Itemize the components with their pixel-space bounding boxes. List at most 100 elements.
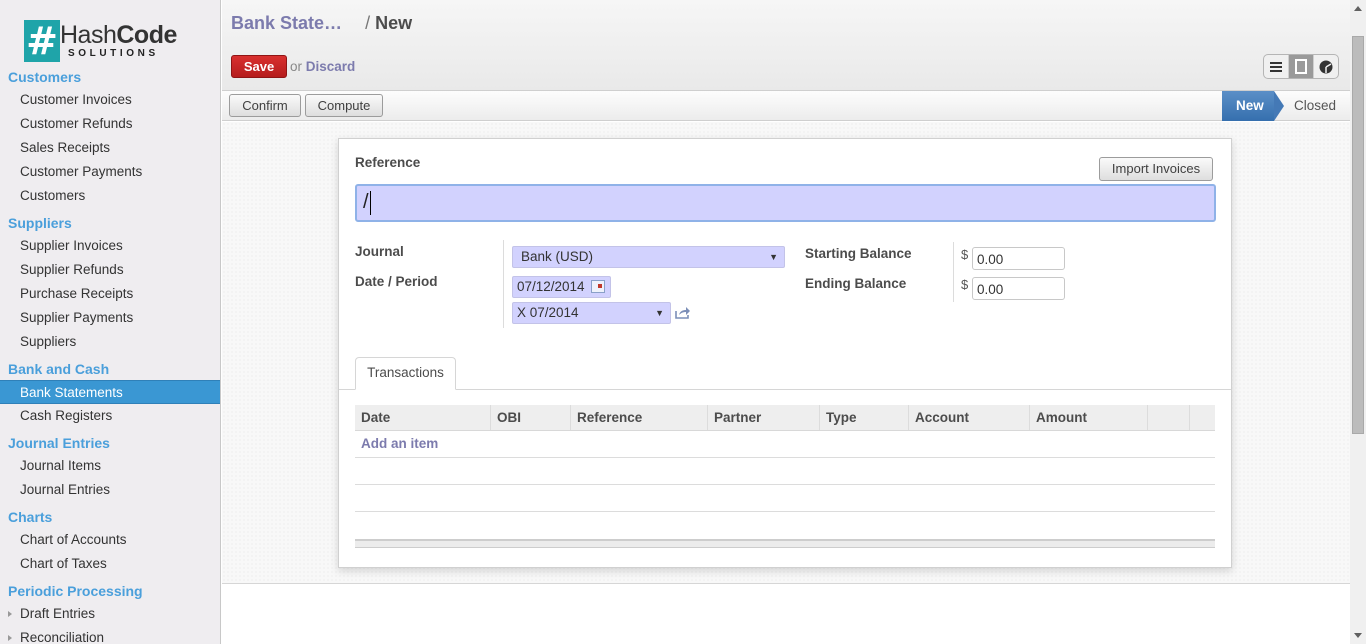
divider [503, 240, 504, 328]
ending-balance-input[interactable]: 0.00 [972, 277, 1065, 300]
sidebar-item-customer-invoices[interactable]: Customer Invoices [0, 88, 220, 112]
grid-footer [355, 539, 1215, 548]
journal-value: Bank (USD) [521, 249, 594, 264]
logo-word-bold: Code [116, 21, 177, 49]
column-account[interactable]: Account [909, 405, 1030, 430]
breadcrumb-current: New [375, 13, 413, 33]
date-input[interactable]: 07/12/2014 [512, 276, 611, 298]
sidebar-section-charts: Charts [8, 509, 53, 525]
sidebar-item-chart-of-taxes[interactable]: Chart of Taxes [0, 552, 220, 576]
sidebar-item-supplier-refunds[interactable]: Supplier Refunds [0, 258, 220, 282]
starting-balance-input[interactable]: 0.00 [972, 247, 1065, 270]
column-date[interactable]: Date [355, 405, 491, 430]
sidebar-section-journal-entries: Journal Entries [8, 435, 110, 451]
confirm-button[interactable]: Confirm [229, 94, 301, 117]
list-view-icon[interactable] [1264, 55, 1289, 78]
period-select[interactable]: X 07/2014 ▼ [512, 302, 671, 324]
tab-transactions[interactable]: Transactions [355, 357, 456, 390]
reference-input[interactable]: / [355, 184, 1216, 222]
divider [953, 242, 954, 302]
reference-value: / [363, 191, 369, 213]
sidebar-section-suppliers: Suppliers [8, 215, 72, 231]
grid-header: Date OBI Reference Partner Type Account … [355, 405, 1215, 431]
dropdown-arrow-icon: ▼ [655, 308, 664, 318]
column-extra [1148, 405, 1190, 430]
column-delete [1190, 405, 1215, 430]
table-row [355, 485, 1215, 512]
main-content: Bank State… / New Save or Discard Confir… [222, 0, 1350, 644]
breadcrumb: Bank State… / New [231, 13, 412, 34]
currency-symbol: $ [961, 247, 969, 262]
logo-word-light: Hash [60, 21, 117, 49]
transactions-grid: Date OBI Reference Partner Type Account … [355, 405, 1215, 548]
sidebar: # HashCode SOLUTIONS Customers Customer … [0, 0, 221, 644]
breadcrumb-parent-link[interactable]: Bank State… [231, 13, 342, 33]
starting-balance-label: Starting Balance [805, 246, 912, 261]
stage-new[interactable]: New [1222, 91, 1284, 121]
sidebar-section-customers: Customers [8, 69, 82, 85]
discard-link[interactable]: Discard [306, 59, 356, 74]
sidebar-item-label: Draft Entries [20, 606, 96, 621]
sidebar-item-cash-registers[interactable]: Cash Registers [0, 404, 220, 428]
form-sheet: Reference Import Invoices / Journal Date… [338, 138, 1232, 568]
scrollbar-thumb[interactable] [1352, 36, 1364, 434]
sidebar-item-label: Reconciliation [20, 630, 105, 644]
stage-pipeline: New Closed [1222, 91, 1350, 121]
column-reference[interactable]: Reference [571, 405, 708, 430]
scroll-up-arrow-icon[interactable] [1354, 6, 1362, 11]
column-obi[interactable]: OBI [491, 405, 571, 430]
add-item-link[interactable]: Add an item [361, 436, 438, 451]
table-row: Add an item [355, 431, 1215, 458]
column-amount[interactable]: Amount [1030, 405, 1148, 430]
form-background: Reference Import Invoices / Journal Date… [222, 122, 1350, 584]
currency-symbol: $ [961, 277, 969, 292]
company-logo[interactable]: # HashCode SOLUTIONS [24, 20, 177, 64]
external-link-icon[interactable] [675, 306, 691, 322]
journal-label: Journal [355, 244, 404, 259]
sidebar-item-supplier-invoices[interactable]: Supplier Invoices [0, 234, 220, 258]
sidebar-item-purchase-receipts[interactable]: Purchase Receipts [0, 282, 220, 306]
sidebar-menu: Customers Customer Invoices Customer Ref… [0, 67, 220, 644]
stage-closed[interactable]: Closed [1274, 91, 1350, 121]
calendar-icon[interactable] [591, 280, 605, 293]
sidebar-item-journal-items[interactable]: Journal Items [0, 454, 220, 478]
sidebar-item-chart-of-accounts[interactable]: Chart of Accounts [0, 528, 220, 552]
text-caret [369, 190, 371, 215]
scroll-down-arrow-icon[interactable] [1354, 633, 1362, 638]
date-value: 07/12/2014 [517, 279, 585, 294]
sidebar-section-periodic-processing: Periodic Processing [8, 583, 143, 599]
reference-label: Reference [355, 155, 421, 170]
sidebar-item-sales-receipts[interactable]: Sales Receipts [0, 136, 220, 160]
sidebar-section-bank-and-cash: Bank and Cash [8, 361, 110, 377]
status-bar: Confirm Compute New Closed [222, 91, 1350, 121]
sidebar-item-draft-entries[interactable]: Draft Entries [0, 602, 220, 626]
view-switcher [1263, 54, 1339, 79]
sidebar-item-customer-refunds[interactable]: Customer Refunds [0, 112, 220, 136]
sidebar-item-customers[interactable]: Customers [0, 184, 220, 208]
save-button[interactable]: Save [231, 55, 287, 78]
column-type[interactable]: Type [820, 405, 909, 430]
sidebar-item-bank-statements[interactable]: Bank Statements [0, 380, 220, 404]
expand-triangle-icon[interactable] [8, 611, 12, 617]
column-partner[interactable]: Partner [708, 405, 820, 430]
sidebar-item-suppliers[interactable]: Suppliers [0, 330, 220, 354]
period-value: X 07/2014 [517, 305, 579, 320]
vertical-scrollbar[interactable] [1350, 0, 1366, 644]
breadcrumb-separator: / [365, 13, 371, 33]
control-panel: Bank State… / New Save or Discard [222, 0, 1350, 91]
sidebar-item-supplier-payments[interactable]: Supplier Payments [0, 306, 220, 330]
import-invoices-button[interactable]: Import Invoices [1099, 157, 1213, 181]
expand-triangle-icon[interactable] [8, 635, 12, 641]
sidebar-item-journal-entries[interactable]: Journal Entries [0, 478, 220, 502]
hash-logo-icon: # [24, 20, 60, 62]
dropdown-arrow-icon: ▼ [769, 252, 778, 262]
table-row [355, 458, 1215, 485]
journal-select[interactable]: Bank (USD) ▼ [512, 246, 785, 268]
compute-button[interactable]: Compute [305, 94, 383, 117]
date-period-label: Date / Period [355, 274, 438, 289]
sidebar-item-reconciliation[interactable]: Reconciliation [0, 626, 220, 644]
sidebar-item-customer-payments[interactable]: Customer Payments [0, 160, 220, 184]
form-view-icon[interactable] [1289, 55, 1314, 78]
graph-view-icon[interactable] [1314, 55, 1338, 78]
ending-balance-label: Ending Balance [805, 276, 907, 291]
